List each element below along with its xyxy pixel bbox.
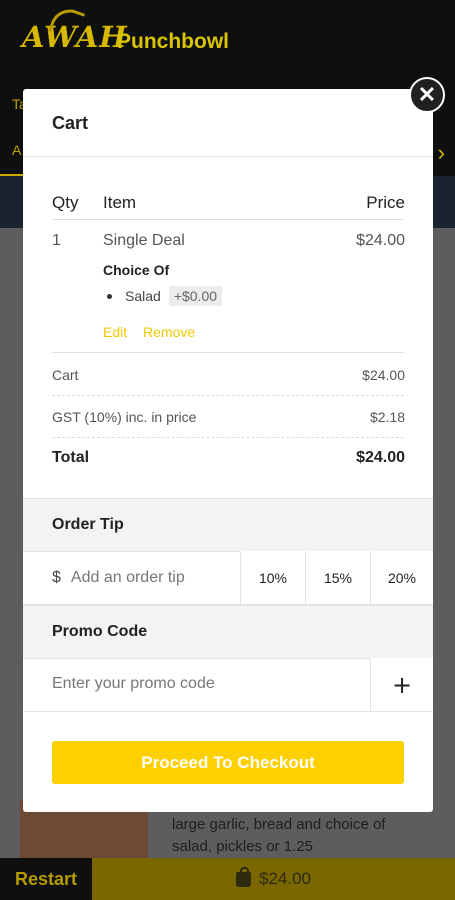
modal-title: Cart [52, 113, 89, 133]
gst-value: $2.18 [369, 409, 405, 425]
divider [52, 437, 404, 438]
tip-field: $ [23, 551, 241, 604]
bag-icon [236, 866, 251, 887]
restart-button[interactable]: Restart [0, 858, 92, 900]
item-qty: 1 [52, 232, 61, 249]
tip-15-button[interactable]: 15% [306, 551, 371, 604]
close-icon: ✕ [417, 82, 437, 107]
plus-icon: + [391, 670, 413, 699]
bullet-icon [107, 293, 112, 299]
divider [52, 395, 404, 396]
add-promo-button[interactable]: + [370, 658, 433, 711]
divider [52, 219, 404, 220]
choice-label: Choice Of [103, 262, 170, 278]
option-price: +$0.00 [168, 286, 223, 306]
total-value: $24.00 [356, 449, 405, 466]
promo-code-title: Promo Code [52, 623, 148, 640]
promo-code-input[interactable] [52, 675, 352, 693]
divider [52, 352, 404, 353]
edit-item-link[interactable]: Edit [103, 324, 127, 340]
tip-10-button[interactable]: 10% [241, 551, 306, 604]
item-name: Single Deal [103, 232, 185, 249]
view-cart-button[interactable]: $24.00 [92, 858, 455, 900]
app-tab[interactable]: A [12, 142, 21, 158]
restaurant-name: Punchbowl [117, 30, 229, 53]
column-header-price: Price [366, 193, 405, 212]
close-modal-button[interactable]: ✕ [409, 77, 445, 113]
tip-input[interactable] [70, 568, 231, 587]
chevron-right-icon[interactable]: › [438, 140, 445, 166]
item-option: Salad +$0.00 [107, 286, 223, 306]
bottom-total-amount: $24.00 [259, 869, 311, 888]
promo-code-row: + [23, 658, 433, 712]
cart-subtotal-value: $24.00 [362, 367, 405, 383]
total-label: Total [52, 449, 90, 466]
checkout-button[interactable]: Proceed To Checkout [52, 741, 404, 784]
divider [23, 156, 433, 157]
currency-symbol: $ [52, 568, 61, 586]
tip-20-button[interactable]: 20% [371, 551, 433, 604]
item-price: $24.00 [356, 232, 405, 249]
promo-code-header: Promo Code [23, 605, 433, 659]
app-header: AWAH Punchbowl [0, 0, 455, 88]
column-header-item: Item [103, 193, 137, 212]
brand-logo: AWAH [22, 20, 128, 54]
cart-subtotal-label: Cart [52, 367, 79, 383]
column-header-qty: Qty [52, 193, 79, 212]
remove-item-link[interactable]: Remove [143, 324, 195, 340]
gst-label: GST (10%) inc. in price [52, 409, 197, 425]
menu-item-description: large garlic, bread and choice of salad,… [172, 816, 386, 855]
cart-modal: Cart Qty Item Price 1 Single Deal $24.00… [23, 89, 433, 812]
order-tip-header: Order Tip [23, 498, 433, 552]
order-tip-row: $ 10% 15% 20% [23, 551, 433, 605]
option-name: Salad [125, 288, 161, 304]
order-tip-title: Order Tip [52, 516, 124, 533]
